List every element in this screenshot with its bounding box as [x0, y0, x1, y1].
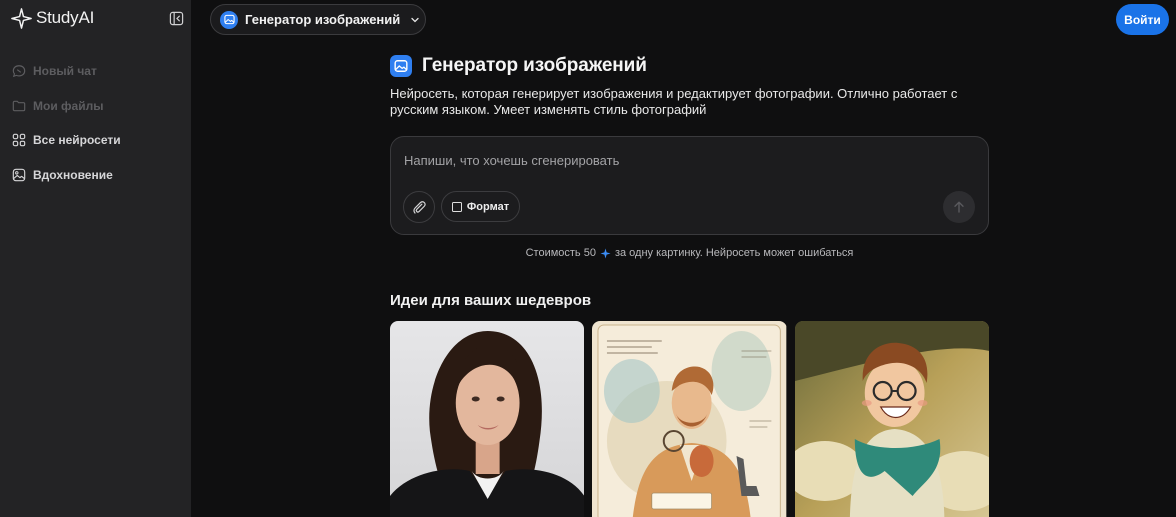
- prompt-input[interactable]: [404, 153, 964, 168]
- sidebar: StudyAI Новый чат Мои файлы Все нейросет…: [0, 0, 191, 517]
- model-selector[interactable]: Генератор изображений: [210, 4, 426, 35]
- aspect-ratio-icon: [451, 201, 462, 212]
- paperclip-icon: [412, 200, 426, 214]
- ideas-gallery: [390, 321, 989, 517]
- image-generator-icon: [390, 55, 412, 77]
- watercolor-scientist-image: [592, 321, 787, 517]
- folder-icon: [12, 100, 26, 112]
- login-button[interactable]: Войти: [1116, 4, 1169, 35]
- sidebar-item-label: Все нейросети: [33, 133, 121, 148]
- sidebar-collapse-icon: [169, 11, 183, 25]
- sidebar-item-label: Вдохновение: [33, 167, 113, 182]
- cost-notice: Стоимость 50 за одну картинку. Нейросеть…: [390, 247, 989, 259]
- sidebar-item-label: Мои файлы: [33, 98, 104, 113]
- page-title: Генератор изображений: [422, 55, 647, 76]
- idea-card-portrait[interactable]: [390, 321, 585, 517]
- collapse-sidebar-button[interactable]: [168, 10, 184, 26]
- logo[interactable]: StudyAI: [11, 6, 94, 30]
- app-name: StudyAI: [36, 8, 95, 27]
- cost-suffix: за одну картинку. Нейросеть может ошибат…: [614, 247, 854, 259]
- sidebar-nav: Новый чат Мои файлы Все нейросети Вдохно…: [0, 54, 191, 192]
- send-button[interactable]: [943, 191, 975, 223]
- image-icon: [12, 168, 26, 182]
- arrow-up-icon: [954, 201, 964, 213]
- cost-prefix: Стоимость 50: [525, 247, 596, 259]
- sidebar-item-label: Новый чат: [33, 64, 97, 79]
- format-label: Формат: [466, 200, 510, 213]
- page-heading: Генератор изображений: [390, 55, 647, 77]
- chevron-down-icon: [411, 17, 419, 22]
- chat-bubble-icon: [12, 65, 26, 78]
- idea-card-anime-boy[interactable]: [794, 321, 989, 517]
- sidebar-item-new-chat[interactable]: Новый чат: [0, 54, 191, 89]
- page-description: Нейросеть, которая генерирует изображени…: [390, 86, 958, 117]
- sidebar-item-all-models[interactable]: Все нейросети: [0, 123, 191, 158]
- sidebar-item-my-files[interactable]: Мои файлы: [0, 89, 191, 124]
- credit-sparkle-icon: [600, 247, 611, 259]
- anime-boy-image: [794, 321, 989, 517]
- format-button[interactable]: Формат: [441, 191, 520, 222]
- sparkle-logo-icon: [11, 7, 32, 29]
- attach-button[interactable]: [403, 191, 435, 223]
- portrait-photo-image: [390, 321, 585, 517]
- prompt-box: Формат: [390, 136, 989, 235]
- model-selector-label: Генератор изображений: [245, 12, 401, 27]
- image-generator-icon: [220, 10, 238, 29]
- idea-card-watercolor-scientist[interactable]: [592, 321, 787, 517]
- ideas-section-title: Идеи для ваших шедевров: [390, 292, 592, 309]
- sidebar-item-inspiration[interactable]: Вдохновение: [0, 158, 191, 193]
- grid-icon: [12, 133, 26, 147]
